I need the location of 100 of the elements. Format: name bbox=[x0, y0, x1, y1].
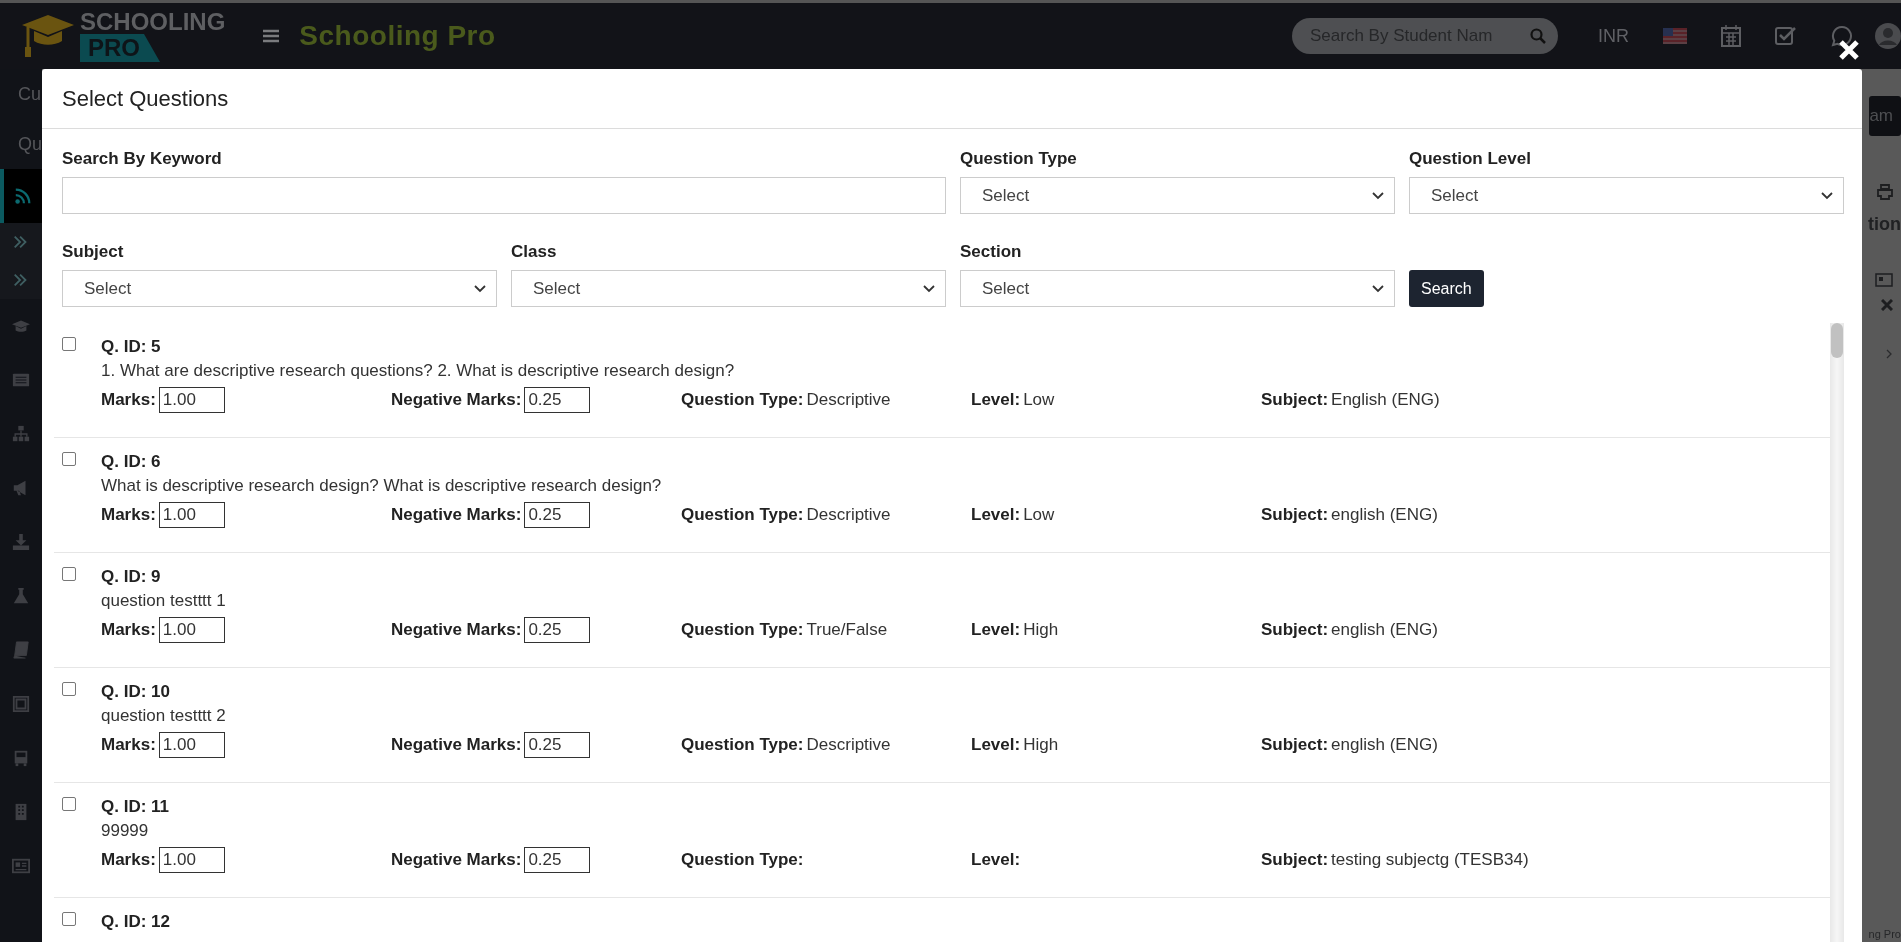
subject-value: testing subjectg (TESB34) bbox=[1331, 850, 1529, 870]
question-checkbox[interactable] bbox=[62, 452, 76, 466]
question-id: Q. ID: 11 bbox=[101, 797, 171, 817]
marks-label: Marks: bbox=[101, 850, 156, 870]
question-text: What is descriptive research design? What is descriptive research design? bbox=[101, 476, 663, 496]
question-text: 99999 bbox=[101, 821, 150, 841]
keyword-field[interactable] bbox=[62, 177, 946, 214]
question-id: Q. ID: 10 bbox=[101, 682, 171, 702]
filter-dropdown[interactable]: Select bbox=[1409, 177, 1844, 214]
newspaper-icon bbox=[1875, 273, 1893, 287]
filter-label: Section bbox=[960, 242, 1023, 262]
book-icon bbox=[12, 641, 30, 659]
negative-marks-label: Negative Marks: bbox=[391, 850, 522, 870]
search-button[interactable]: Search bbox=[1409, 270, 1484, 307]
question-text: question testttt 1 bbox=[101, 591, 227, 611]
checkbox-icon[interactable] bbox=[1775, 26, 1797, 46]
marks-label: Marks: bbox=[101, 620, 156, 640]
sidebar-text: Qu bbox=[17, 133, 42, 156]
level-value: Low bbox=[1023, 390, 1055, 410]
question-type-label: Question Type: bbox=[681, 735, 804, 755]
chevron-down-icon bbox=[923, 284, 935, 293]
sidebar-item[interactable] bbox=[0, 169, 42, 223]
question-type-value: Descriptive bbox=[806, 735, 891, 755]
question-checkbox[interactable] bbox=[62, 912, 76, 926]
negative-marks-field[interactable]: 0.25 bbox=[524, 502, 591, 528]
question-id: Q. ID: 9 bbox=[101, 567, 162, 587]
newspaper-icon bbox=[12, 857, 30, 875]
filter-dropdown[interactable]: Select bbox=[511, 270, 946, 307]
question-type-label: Question Type: bbox=[681, 505, 804, 525]
calendar-icon[interactable] bbox=[1721, 25, 1741, 47]
subject-label: Subject: bbox=[1261, 620, 1329, 640]
question-checkbox[interactable] bbox=[62, 337, 76, 351]
negative-marks-label: Negative Marks: bbox=[391, 390, 522, 410]
marks-field[interactable]: 1.00 bbox=[158, 732, 225, 758]
marks-label: Marks: bbox=[101, 390, 156, 410]
chevron-down-icon bbox=[1372, 284, 1384, 293]
marks-field[interactable]: 1.00 bbox=[158, 387, 225, 413]
filter-label: Question Level bbox=[1409, 149, 1532, 169]
logo-text: SCHOOLING bbox=[80, 10, 226, 34]
filter-label: Subject bbox=[62, 242, 125, 262]
chat-icon[interactable] bbox=[1831, 25, 1853, 47]
subject-label: Subject: bbox=[1261, 735, 1329, 755]
negative-marks-label: Negative Marks: bbox=[391, 505, 522, 525]
bus-icon bbox=[12, 749, 30, 767]
marks-field[interactable]: 1.00 bbox=[158, 847, 225, 873]
sidebar-item[interactable] bbox=[0, 223, 42, 261]
question-checkbox[interactable] bbox=[62, 797, 76, 811]
subject-label: Subject: bbox=[1261, 850, 1329, 870]
filter-label: Class bbox=[511, 242, 558, 262]
list-icon bbox=[12, 371, 30, 389]
question-text: 1. What are descriptive research questions? 2. What is descriptive research design? bbox=[101, 361, 736, 381]
negative-marks-field[interactable]: 0.25 bbox=[524, 732, 591, 758]
negative-marks-label: Negative Marks: bbox=[391, 620, 522, 640]
level-label: Level: bbox=[971, 505, 1021, 525]
chevron-right-icon bbox=[1885, 349, 1893, 359]
question-type-value: True/False bbox=[806, 620, 888, 640]
question-checkbox[interactable] bbox=[62, 682, 76, 696]
download-icon bbox=[12, 533, 30, 551]
marks-field[interactable]: 1.00 bbox=[158, 617, 225, 643]
negative-marks-field[interactable]: 0.25 bbox=[524, 387, 591, 413]
marks-label: Marks: bbox=[101, 505, 156, 525]
filter-dropdown[interactable]: Select bbox=[62, 270, 497, 307]
question-checkbox[interactable] bbox=[62, 567, 76, 581]
question-text: question testttt 2 bbox=[101, 706, 227, 726]
hierarchy-icon bbox=[12, 425, 30, 443]
level-label: Level: bbox=[971, 735, 1021, 755]
level-value: High bbox=[1023, 735, 1059, 755]
frame-icon bbox=[12, 695, 30, 713]
subject-label: Subject: bbox=[1261, 390, 1329, 410]
negative-marks-field[interactable]: 0.25 bbox=[524, 847, 591, 873]
search-icon[interactable] bbox=[1530, 28, 1546, 44]
modal-title: Select Questions bbox=[62, 85, 229, 112]
avatar-icon[interactable] bbox=[1875, 23, 1901, 49]
negative-marks-field[interactable]: 0.25 bbox=[524, 617, 591, 643]
question-type-label: Question Type: bbox=[681, 850, 804, 870]
question-id: Q. ID: 6 bbox=[101, 452, 162, 472]
level-label: Level: bbox=[971, 850, 1021, 870]
chevron-down-icon bbox=[1372, 191, 1384, 200]
negative-marks-label: Negative Marks: bbox=[391, 735, 522, 755]
filter-dropdown[interactable]: Select bbox=[960, 177, 1395, 214]
scrollbar-thumb[interactable] bbox=[1831, 323, 1843, 358]
sidebar-text: Cu bbox=[17, 83, 42, 106]
filter-dropdown[interactable]: Select bbox=[960, 270, 1395, 307]
question-type-label: Question Type: bbox=[681, 390, 804, 410]
level-label: Level: bbox=[971, 390, 1021, 410]
subject-value: English (ENG) bbox=[1331, 390, 1440, 410]
sidebar-item[interactable] bbox=[0, 261, 42, 299]
flask-icon bbox=[12, 587, 30, 605]
feed-icon bbox=[14, 187, 32, 205]
filter-label: Question Type bbox=[960, 149, 1078, 169]
question-type-value: Descriptive bbox=[806, 390, 891, 410]
question-id: Q. ID: 5 bbox=[101, 337, 162, 357]
marks-field[interactable]: 1.00 bbox=[158, 502, 225, 528]
question-type-label: Question Type: bbox=[681, 620, 804, 640]
marks-label: Marks: bbox=[101, 735, 156, 755]
chevron-down-icon bbox=[474, 284, 486, 293]
flag-icon[interactable] bbox=[1663, 28, 1687, 44]
chevron-down-icon bbox=[1821, 191, 1833, 200]
level-label: Level: bbox=[971, 620, 1021, 640]
menu-icon[interactable] bbox=[263, 29, 280, 43]
